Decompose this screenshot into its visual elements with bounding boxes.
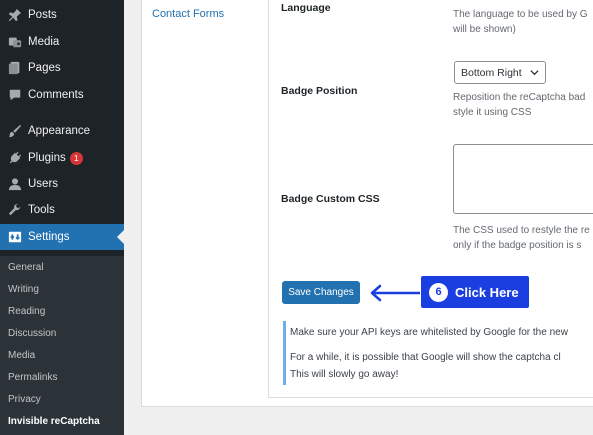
language-description-line2: will be shown): [453, 24, 516, 35]
settings-icon: [8, 230, 22, 244]
tools-icon: [8, 203, 22, 217]
menu-item-users[interactable]: Users: [0, 171, 124, 197]
menu-item-settings[interactable]: Settings: [0, 224, 124, 250]
menu-label: Plugins: [28, 152, 66, 164]
menu-label: Appearance: [28, 125, 91, 137]
contact-forms-tab[interactable]: Contact Forms: [152, 8, 224, 20]
language-label: Language: [281, 2, 331, 14]
submenu-item-general[interactable]: General: [8, 262, 44, 273]
notice-line3: This will slowly go away!: [290, 369, 399, 380]
menu-item-posts[interactable]: Posts: [0, 2, 124, 28]
plugins-update-badge: 1: [69, 151, 83, 165]
submenu-item-reading[interactable]: Reading: [8, 306, 45, 317]
badge-position-description-line2: style it using CSS: [453, 107, 532, 118]
submenu-item-media[interactable]: Media: [8, 350, 35, 361]
click-here-callout: 6 Click Here: [421, 276, 529, 308]
badge-css-textarea[interactable]: [453, 144, 593, 214]
menu-label: Settings: [28, 231, 70, 243]
badge-position-description-line1: Reposition the reCaptcha bad: [453, 92, 586, 103]
plugin-icon: [8, 151, 22, 165]
notice-line1: Make sure your API keys are whitelisted …: [290, 327, 568, 338]
menu-item-plugins[interactable]: Plugins 1: [0, 145, 124, 171]
language-description-line1: The language to be used by G: [453, 9, 588, 20]
menu-label: Users: [28, 178, 59, 190]
badge-position-label: Badge Position: [281, 85, 358, 97]
pin-icon: [8, 8, 22, 22]
paintbrush-icon: [8, 124, 22, 138]
menu-label: Posts: [28, 9, 57, 21]
submenu-item-permalinks[interactable]: Permalinks: [8, 372, 57, 383]
menu-label: Media: [28, 36, 60, 48]
notice-line2: For a while, it is possible that Google …: [290, 352, 561, 363]
panel-divider: [268, 0, 269, 397]
submenu-item-invisible-recaptcha[interactable]: Invisible reCaptcha: [8, 416, 100, 427]
arrow-left-icon: [370, 284, 420, 302]
save-changes-button[interactable]: Save Changes: [282, 281, 360, 304]
chevron-down-icon: [530, 68, 539, 80]
menu-item-comments[interactable]: Comments: [0, 82, 124, 108]
menu-item-tools[interactable]: Tools: [0, 197, 124, 223]
badge-css-description-line1: The CSS used to restyle the re: [453, 225, 590, 236]
badge-css-description-line2: only if the badge position is s: [453, 240, 582, 251]
submenu-item-privacy[interactable]: Privacy: [8, 394, 41, 405]
menu-item-appearance[interactable]: Appearance: [0, 118, 124, 144]
menu-item-pages[interactable]: Pages: [0, 55, 124, 81]
submenu-item-writing[interactable]: Writing: [8, 284, 39, 295]
menu-item-media[interactable]: Media: [0, 29, 124, 55]
pages-icon: [8, 61, 22, 75]
media-icon: [8, 35, 22, 49]
badge-position-select[interactable]: Bottom Right: [454, 61, 546, 84]
step-number: 6: [429, 282, 448, 302]
settings-submenu: General Writing Reading Discussion Media…: [0, 256, 124, 435]
panel-divider-bottom: [268, 397, 593, 398]
callout-text: Click Here: [455, 284, 519, 300]
comments-icon: [8, 88, 22, 102]
users-icon: [8, 177, 22, 191]
menu-label: Comments: [28, 89, 84, 101]
menu-label: Pages: [28, 62, 61, 74]
admin-sidebar: Posts Media Pages Comments Appearance Pl…: [0, 0, 124, 435]
menu-label: Tools: [28, 204, 55, 216]
badge-position-value: Bottom Right: [461, 66, 522, 79]
badge-css-label: Badge Custom CSS: [281, 193, 380, 205]
submenu-item-discussion[interactable]: Discussion: [8, 328, 56, 339]
